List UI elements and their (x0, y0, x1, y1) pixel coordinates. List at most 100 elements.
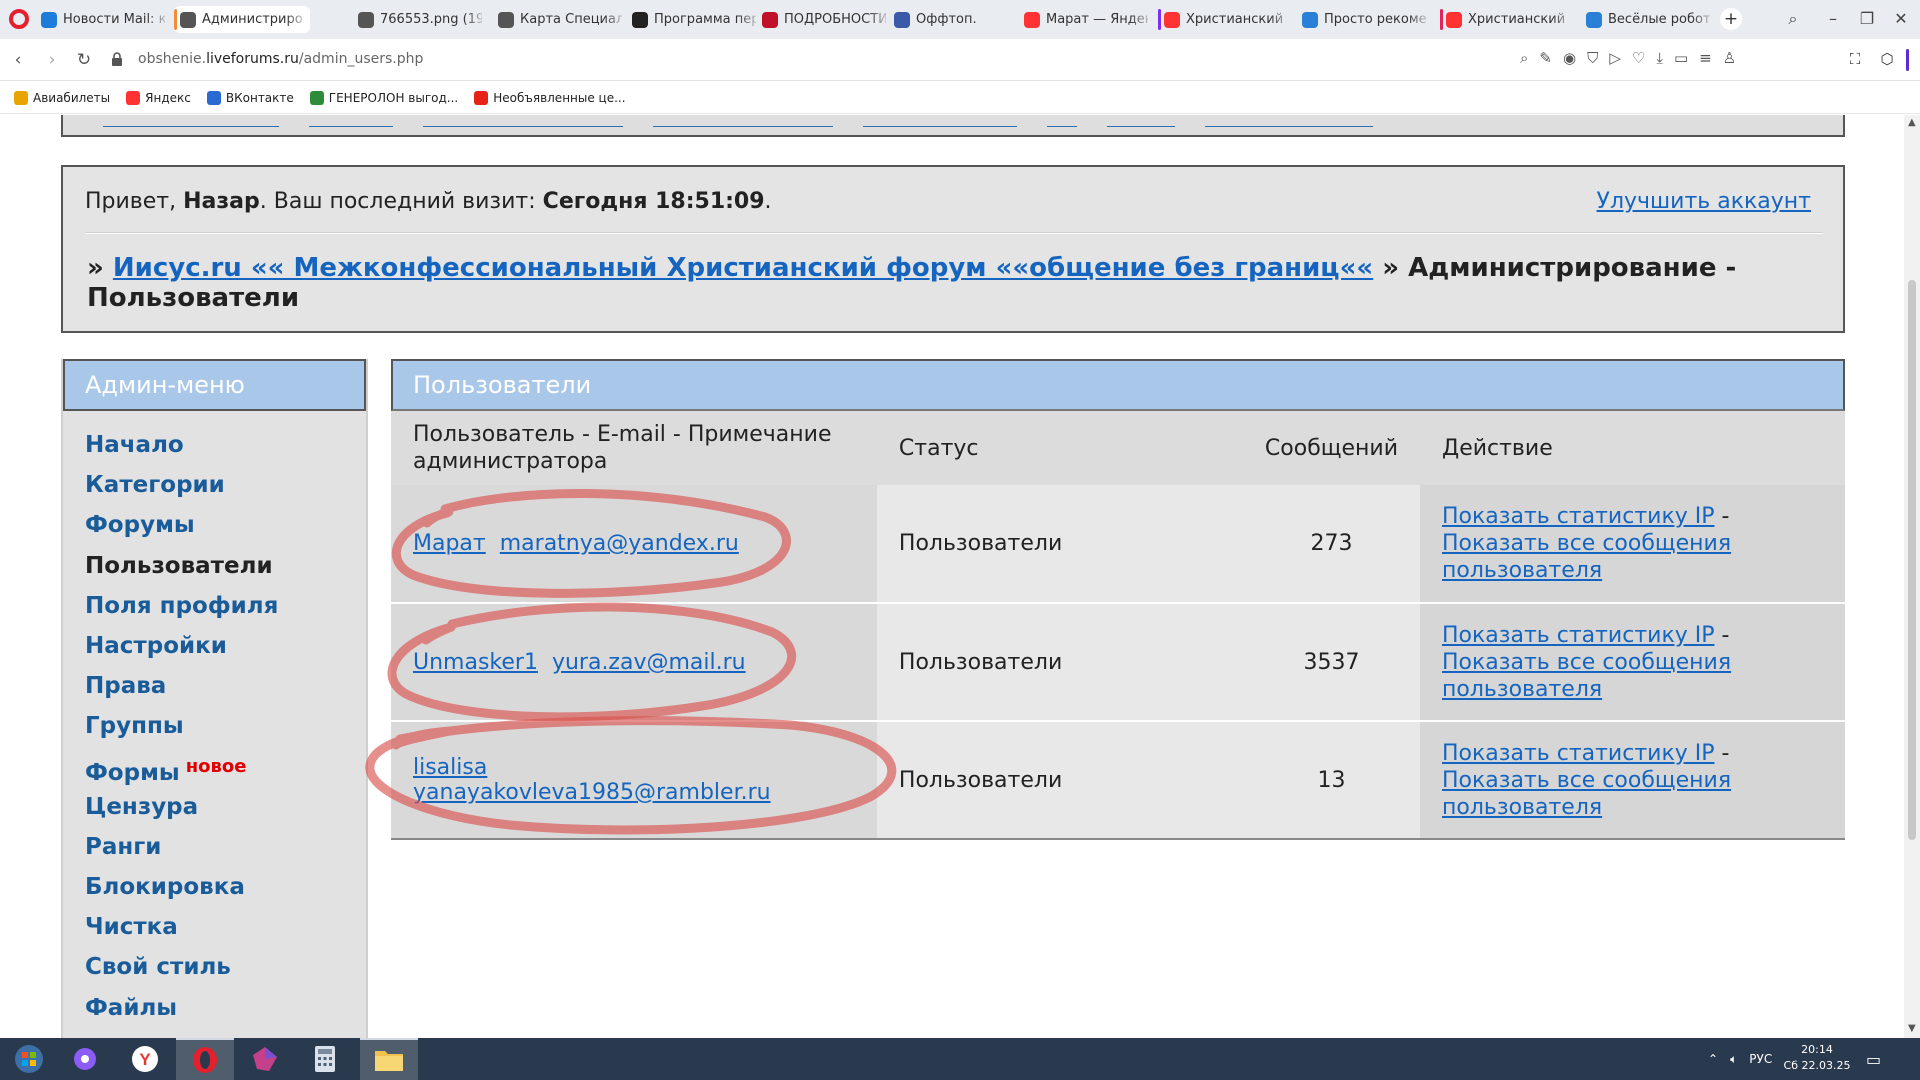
bookmark-item[interactable]: Необъявленные це... (474, 90, 626, 105)
new-tab-button[interactable]: + (1720, 8, 1742, 30)
admin-menu-item[interactable]: Пользователи (85, 546, 366, 586)
all-posts-link[interactable]: Показать все сообщения пользователя (1442, 650, 1731, 702)
address-bar: ‹ › ↻ obshenie.liveforums.ru/admin_users… (0, 39, 1920, 81)
posts-count: 3537 (1242, 603, 1420, 722)
reload-button[interactable]: ↻ (72, 48, 96, 72)
bookmark-item[interactable]: Авиабилеты (14, 90, 110, 105)
browser-tab[interactable]: Новости Mail: карт (35, 6, 171, 33)
bookmark-item[interactable]: ВКонтакте (206, 90, 294, 105)
browser-tab[interactable]: Марат — Яндекс (1018, 6, 1154, 33)
admin-menu-item[interactable]: Цензура (85, 787, 366, 827)
top-nav-link[interactable] (423, 115, 623, 127)
page-scrollbar[interactable]: ▲ ▼ (1904, 115, 1920, 1038)
restore-button[interactable]: ❐ (1852, 6, 1882, 32)
breadcrumb-forum-link[interactable]: Иисус.ru «« Межконфессиональный Христиан… (113, 253, 1373, 283)
tray-expand-icon[interactable]: ⌃ (1708, 1052, 1718, 1066)
shield-icon[interactable]: ⛉ (1587, 49, 1598, 67)
status-cell: Пользователи (876, 721, 1243, 840)
volume-icon[interactable]: 🔈︎ (1730, 1052, 1737, 1067)
upgrade-account-link[interactable]: Улучшить аккаунт (1597, 189, 1811, 214)
browser-tab[interactable]: 766553.png (1920× (352, 6, 488, 33)
top-nav-link[interactable] (863, 115, 1017, 127)
calculator-icon[interactable] (296, 1038, 354, 1080)
admin-menu-item[interactable]: Группы (85, 706, 366, 746)
admin-menu-item[interactable]: Чистка (85, 907, 366, 947)
browser-tab[interactable]: Христианский фо (1158, 6, 1294, 33)
ip-stats-link[interactable]: Показать статистику IP (1442, 741, 1715, 766)
vk-icon (206, 90, 221, 105)
browser-tab[interactable]: Весёлые роботы и (1580, 6, 1716, 33)
all-posts-link[interactable]: Показать все сообщения пользователя (1442, 768, 1731, 820)
top-nav-link[interactable] (653, 115, 833, 127)
snapshot-icon[interactable]: ⛶ (1844, 50, 1866, 72)
minimize-button[interactable]: – (1818, 6, 1848, 32)
notifications-icon[interactable]: ▭ (1866, 1038, 1881, 1080)
bookmark-item[interactable]: ГЕНЕРОЛОН выгод... (309, 90, 458, 105)
scroll-thumb[interactable] (1908, 280, 1916, 840)
browser-tab[interactable]: Просто рекоменд (1296, 6, 1432, 33)
username-link[interactable]: lisalisa (413, 755, 487, 780)
browser-tab[interactable]: ПОДРОБНОСТИ Р (756, 6, 892, 33)
back-button[interactable]: ‹ (6, 48, 30, 72)
play-icon[interactable]: ▷ (1609, 49, 1621, 67)
username-link[interactable]: Марат (413, 531, 486, 556)
tab-bar: Новости Mail: картАдминистрирование - По… (0, 0, 1920, 39)
admin-menu-item[interactable]: Форумы (85, 505, 366, 545)
admin-menu-item[interactable]: Права (85, 666, 366, 706)
folder-icon[interactable] (360, 1038, 418, 1080)
browser-tab[interactable]: Администрирование - По (174, 6, 310, 33)
admin-menu-item[interactable]: Формы новое (85, 747, 366, 787)
browser-tab[interactable]: Карта Специально (492, 6, 628, 33)
opera-menu-icon[interactable] (9, 9, 29, 29)
gem-icon[interactable] (236, 1038, 294, 1080)
email-link[interactable]: maratnya@yandex.ru (500, 531, 739, 556)
browser-tab[interactable]: Программа перед (626, 6, 762, 33)
cube-icon[interactable]: ⬡ (1876, 50, 1898, 72)
yandex-browser-icon[interactable]: Y (116, 1038, 174, 1080)
heart-icon[interactable]: ♡ (1632, 49, 1645, 67)
all-posts-link[interactable]: Показать все сообщения пользователя (1442, 531, 1731, 583)
search-page-icon[interactable]: ⌕ (1520, 49, 1528, 67)
admin-menu-item[interactable]: Поля профиля (85, 586, 366, 626)
admin-menu-item[interactable]: Файлы (85, 988, 366, 1028)
email-link[interactable]: yanayakovleva1985@rambler.ru (413, 780, 771, 805)
admin-menu-item[interactable]: Блокировка (85, 867, 366, 907)
email-link[interactable]: yura.zav@mail.ru (552, 650, 746, 675)
language-indicator[interactable]: РУС (1749, 1052, 1772, 1066)
alice-icon[interactable] (56, 1038, 114, 1080)
scroll-up-icon[interactable]: ▲ (1908, 117, 1916, 128)
player-icon[interactable]: ▭ (1674, 49, 1688, 67)
top-nav-link[interactable] (309, 115, 393, 127)
clock[interactable]: 20:14 Сб 22.03.25 (1782, 1042, 1852, 1074)
forward-button[interactable]: › (40, 48, 64, 72)
username-link[interactable]: Unmasker1 (413, 650, 538, 675)
top-nav-link[interactable] (1107, 115, 1175, 127)
edit-icon[interactable]: ✎ (1539, 49, 1552, 67)
admin-menu-item[interactable]: Свой стиль (85, 947, 366, 987)
top-nav-link[interactable] (103, 115, 279, 127)
admin-menu-item[interactable]: Категории (85, 465, 366, 505)
admin-menu-item[interactable]: Начало (85, 425, 366, 465)
browser-tab[interactable]: Христианский фор (1440, 6, 1576, 33)
close-window-button[interactable]: ✕ (1886, 6, 1916, 32)
browser-tab[interactable]: Оффтоп. (888, 6, 1024, 33)
admin-menu-item[interactable]: Настройки (85, 626, 366, 666)
opera-icon[interactable] (176, 1038, 234, 1080)
search-tabs-icon[interactable]: ⌕ (1778, 6, 1808, 32)
bookmark-label: Яндекс (145, 90, 191, 105)
download-icon[interactable]: ⤓ (1656, 49, 1663, 67)
top-nav-link[interactable] (1047, 115, 1077, 127)
top-nav-link[interactable] (1205, 115, 1373, 127)
svg-text:Y: Y (139, 1050, 151, 1069)
scroll-down-icon[interactable]: ▼ (1908, 1023, 1916, 1034)
profile-icon[interactable]: ♙ (1723, 49, 1736, 67)
ip-stats-link[interactable]: Показать статистику IP (1442, 623, 1715, 648)
ip-stats-link[interactable]: Показать статистику IP (1442, 504, 1715, 529)
windows-start-icon[interactable] (0, 1038, 58, 1080)
admin-menu-item[interactable]: Ранги (85, 827, 366, 867)
action-cell: Показать статистику IP - Показать все соо… (1420, 603, 1845, 722)
bookmark-item[interactable]: Яндекс (126, 90, 191, 105)
camera-icon[interactable]: ◉ (1563, 49, 1576, 67)
menu-icon[interactable]: ≡ (1699, 49, 1712, 67)
url-field[interactable]: obshenie.liveforums.ru/admin_users.php (138, 51, 423, 67)
